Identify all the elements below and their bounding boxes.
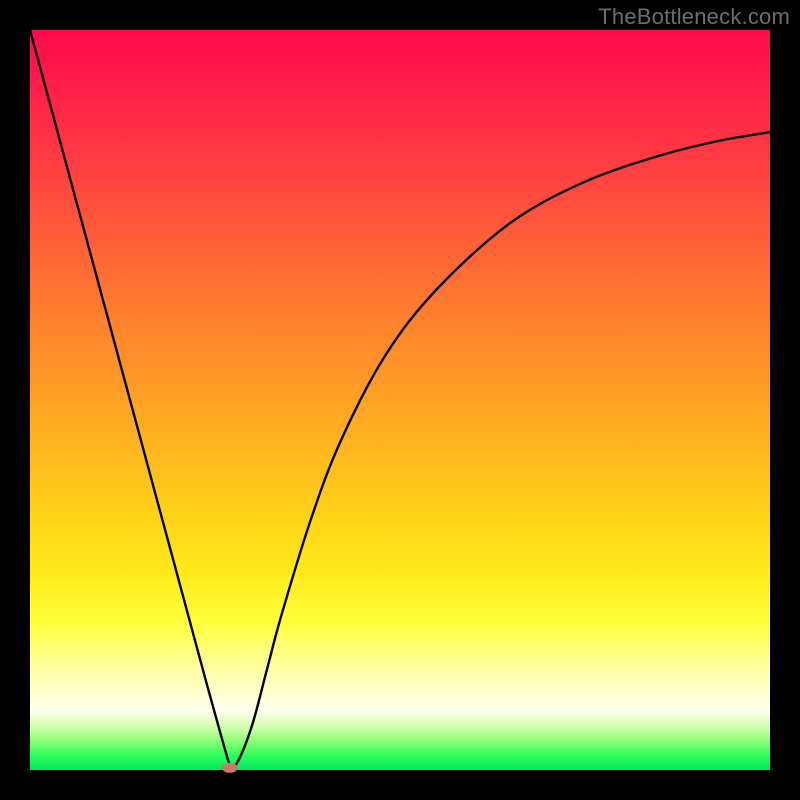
min-marker <box>222 763 238 773</box>
plot-area <box>30 30 770 770</box>
bottleneck-curve <box>30 30 770 767</box>
curve-svg <box>30 30 770 770</box>
chart-frame: TheBottleneck.com <box>0 0 800 800</box>
watermark-text: TheBottleneck.com <box>598 4 790 30</box>
